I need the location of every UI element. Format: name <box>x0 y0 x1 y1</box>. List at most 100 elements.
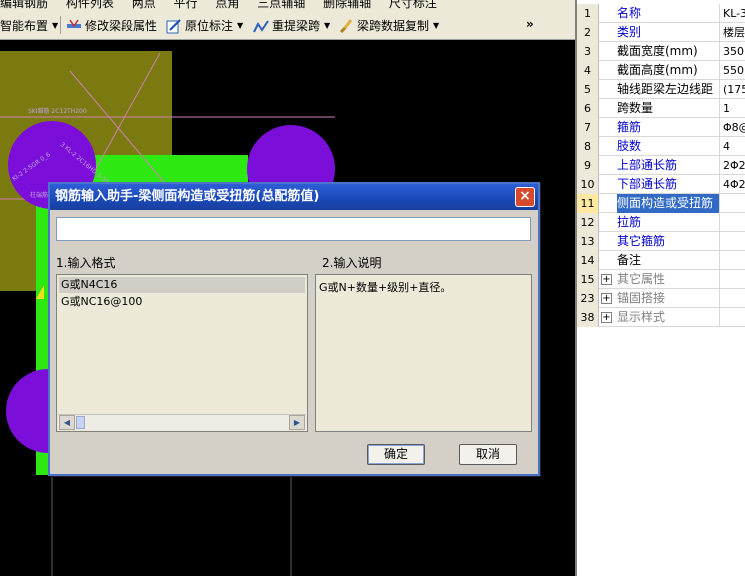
property-row[interactable]: 1 名称 KL-3 <box>577 4 745 23</box>
annotation-icon <box>166 18 181 33</box>
expand-icon[interactable]: + <box>601 293 612 304</box>
toolbar-overflow-button[interactable]: » <box>526 17 534 31</box>
property-name: 拉筋 <box>617 213 720 232</box>
parallel-button[interactable]: 平行 <box>174 0 198 10</box>
property-value[interactable] <box>721 251 745 270</box>
property-row[interactable]: 13 其它箍筋 <box>577 232 745 251</box>
rebar-input-dialog: 钢筋输入助手-梁侧面构造或受扭筋(总配筋值) × 1.输入格式 2.输入说明 G… <box>48 182 540 476</box>
property-value[interactable]: (175 <box>721 80 745 99</box>
reextract-span-menu[interactable]: 重提梁跨 ▼ <box>253 17 330 34</box>
property-value[interactable]: 550 <box>721 61 745 80</box>
property-row[interactable]: 3 截面宽度(mm) 350 <box>577 42 745 61</box>
property-row[interactable]: 23 + 锚固搭接 <box>577 289 745 308</box>
property-value[interactable]: 2Φ2 <box>721 156 745 175</box>
horizontal-scrollbar[interactable]: ◀ ▶ <box>58 414 306 430</box>
property-value[interactable] <box>721 289 745 308</box>
property-row[interactable]: 6 跨数量 1 <box>577 99 745 118</box>
property-row[interactable]: 5 轴线距梁左边线距 (175 <box>577 80 745 99</box>
row-number: 10 <box>577 175 599 194</box>
row-number: 3 <box>577 42 599 61</box>
canvas-label: 柱端筋 <box>30 191 48 199</box>
property-name: 下部通长筋 <box>617 175 720 194</box>
property-value[interactable]: KL-3 <box>721 4 745 23</box>
format-label: 1.输入格式 <box>56 256 116 270</box>
top-toolbar-row: 编辑钢筋 构件列表 两点 平行 点角 三点辅轴 删除辅轴 尺寸标注 <box>0 0 575 10</box>
property-value[interactable]: 1 <box>721 99 745 118</box>
row-number: 38 <box>577 308 599 327</box>
expand-icon[interactable]: + <box>601 274 612 285</box>
dropdown-caret-icon: ▼ <box>433 21 440 30</box>
property-value[interactable]: 4Φ2 <box>721 175 745 194</box>
row-number: 2 <box>577 23 599 42</box>
format-item[interactable]: G或N4C16 <box>59 277 305 293</box>
format-item[interactable]: G或NC16@100 <box>59 294 305 310</box>
property-name: 肢数 <box>617 137 720 156</box>
scroll-left-icon[interactable]: ◀ <box>59 415 75 430</box>
property-name: 备注 <box>617 251 720 270</box>
property-value[interactable]: Φ8@ <box>721 118 745 137</box>
modify-span-props-button[interactable]: 修改梁段属性 <box>66 17 157 34</box>
property-value[interactable] <box>721 232 745 251</box>
property-name: 其它箍筋 <box>617 232 720 251</box>
point-angle-button[interactable]: 点角 <box>215 0 239 10</box>
property-name: 跨数量 <box>617 99 720 118</box>
toolbar-divider <box>60 16 61 34</box>
property-name: 显示样式 <box>617 308 720 327</box>
property-value[interactable] <box>721 270 745 289</box>
property-value[interactable] <box>721 213 745 232</box>
component-list-button[interactable]: 构件列表 <box>66 0 114 10</box>
property-row[interactable]: 2 类别 楼层 <box>577 23 745 42</box>
dimension-button[interactable]: 尺寸标注 <box>389 0 437 10</box>
span-icon <box>253 19 269 32</box>
explain-label: 2.输入说明 <box>322 256 382 270</box>
format-list[interactable]: G或N4C16 G或NC16@100 ◀ ▶ <box>56 274 308 432</box>
row-number: 12 <box>577 213 599 232</box>
rebar-input-field[interactable] <box>56 217 531 241</box>
property-name: 侧面构造或受扭筋 <box>617 194 720 213</box>
two-point-button[interactable]: 两点 <box>132 0 156 10</box>
brush-icon <box>339 18 353 33</box>
property-row[interactable]: 7 箍筋Φ8@ <box>577 118 745 137</box>
property-name: 轴线距梁左边线距 <box>617 80 720 99</box>
property-row[interactable]: 14 备注 <box>577 251 745 270</box>
property-value[interactable]: 4 <box>721 137 745 156</box>
delete-axis-button[interactable]: 删除辅轴 <box>323 0 371 10</box>
property-name: 其它属性 <box>617 270 720 289</box>
property-value[interactable]: 350 <box>721 42 745 61</box>
smart-layout-menu[interactable]: 智能布置 ▼ <box>0 17 58 34</box>
close-icon[interactable]: × <box>515 187 535 207</box>
scroll-thumb[interactable] <box>76 416 85 429</box>
dropdown-caret-icon: ▼ <box>324 21 331 30</box>
three-point-axis-button[interactable]: 三点辅轴 <box>257 0 305 10</box>
beam-toolbar: 智能布置 ▼ 修改梁段属性 原位标注 ▼ 重提梁跨 ▼ 梁跨数据复制 ▼ » <box>0 10 575 40</box>
property-row[interactable]: 8 肢数 4 <box>577 137 745 156</box>
property-row[interactable]: 15 + 其它属性 <box>577 270 745 289</box>
row-number: 1 <box>577 4 599 23</box>
row-number: 5 <box>577 80 599 99</box>
expand-icon[interactable]: + <box>601 312 612 323</box>
property-row[interactable]: 4 截面高度(mm) 550 <box>577 61 745 80</box>
edit-rebar-button[interactable]: 编辑钢筋 <box>0 0 48 10</box>
property-row[interactable]: 10 下部通长筋 4Φ2 <box>577 175 745 194</box>
row-number: 7 <box>577 118 599 137</box>
property-row[interactable]: 9 上部通长筋 2Φ2 <box>577 156 745 175</box>
property-value[interactable] <box>721 194 745 213</box>
property-value[interactable] <box>721 308 745 327</box>
property-row[interactable]: 11 侧面构造或受扭筋 <box>577 194 745 213</box>
property-value[interactable]: 楼层 <box>721 23 745 42</box>
scroll-right-icon[interactable]: ▶ <box>289 415 305 430</box>
property-panel: 1 名称 KL-3 2 类别 楼层 3 截面宽度(mm) 350 4 截面高度(mm) 550 5 轴线距… <box>575 0 745 576</box>
property-row[interactable]: 38 + 显示样式 <box>577 308 745 327</box>
row-number: 11 <box>577 194 599 213</box>
property-name: 类别 <box>617 23 720 42</box>
cancel-button[interactable]: 取消 <box>459 444 517 465</box>
copy-span-data-menu[interactable]: 梁跨数据复制 ▼ <box>338 17 439 34</box>
original-annotation-menu[interactable]: 原位标注 ▼ <box>166 17 243 34</box>
row-number: 15 <box>577 270 599 289</box>
dialog-title: 钢筋输入助手-梁侧面构造或受扭筋(总配筋值) <box>50 184 538 210</box>
property-row[interactable]: 12 拉筋 <box>577 213 745 232</box>
ok-button[interactable]: 确定 <box>367 444 425 465</box>
row-number: 4 <box>577 61 599 80</box>
property-name: 截面高度(mm) <box>617 61 720 80</box>
property-name: 名称 <box>617 4 720 23</box>
